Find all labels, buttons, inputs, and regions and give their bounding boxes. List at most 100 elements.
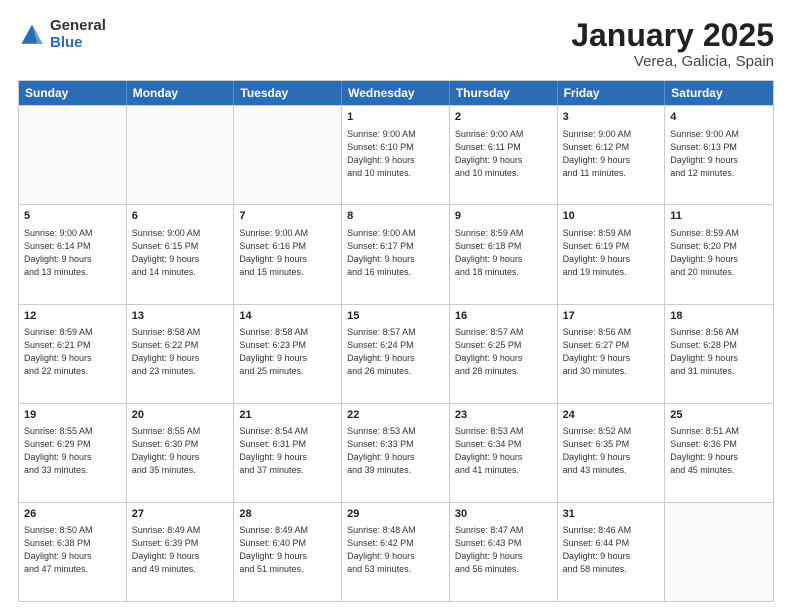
cal-cell-day-8: 8 Sunrise: 9:00 AMSunset: 6:17 PMDaylight… <box>342 205 450 303</box>
calendar-row-3: 19Sunrise: 8:55 AMSunset: 6:29 PMDayligh… <box>19 403 773 502</box>
day-number: 6 <box>132 209 229 224</box>
cell-text-line: Daylight: 9 hours <box>24 253 121 266</box>
logo-blue-text: Blue <box>50 35 106 52</box>
cell-text-line: Sunset: 6:30 PM <box>132 438 229 451</box>
cell-text-line: and 58 minutes. <box>563 563 660 576</box>
day-number: 29 <box>347 507 444 522</box>
day-number: 13 <box>132 309 229 324</box>
cell-text-line: Daylight: 9 hours <box>563 154 660 167</box>
cal-cell-day-15: 15Sunrise: 8:57 AMSunset: 6:24 PMDayligh… <box>342 305 450 403</box>
cal-cell-day-21: 21Sunrise: 8:54 AMSunset: 6:31 PMDayligh… <box>234 404 342 502</box>
cell-text-line: Daylight: 9 hours <box>455 451 552 464</box>
logo-general-text: General <box>50 18 106 35</box>
cal-cell-day-12: 12Sunrise: 8:59 AMSunset: 6:21 PMDayligh… <box>19 305 127 403</box>
calendar-header: SundayMondayTuesdayWednesdayThursdayFrid… <box>19 81 773 105</box>
cell-text-line: Sunrise: 8:58 AM <box>132 326 229 339</box>
cal-cell-day-22: 22Sunrise: 8:53 AMSunset: 6:33 PMDayligh… <box>342 404 450 502</box>
day-number: 3 <box>563 110 660 125</box>
cell-text-line: Sunset: 6:18 PM <box>455 240 552 253</box>
cell-text-line: Daylight: 9 hours <box>132 451 229 464</box>
cell-text-line: Sunrise: 8:49 AM <box>239 524 336 537</box>
cell-text-line: and 25 minutes. <box>239 365 336 378</box>
calendar-row-1: 5Sunrise: 9:00 AMSunset: 6:14 PMDaylight… <box>19 204 773 303</box>
cell-text-line: Sunset: 6:42 PM <box>347 537 444 550</box>
cell-text-line: Daylight: 9 hours <box>670 451 768 464</box>
cell-text-line: Sunrise: 8:56 AM <box>563 326 660 339</box>
page: General Blue January 2025 Verea, Galicia… <box>0 0 792 612</box>
cell-text-line: Sunrise: 9:00 AM <box>239 227 336 240</box>
day-number: 31 <box>563 507 660 522</box>
cell-text-line: and 20 minutes. <box>670 266 768 279</box>
cell-text-line: Sunset: 6:16 PM <box>239 240 336 253</box>
cal-cell-day-2: 2Sunrise: 9:00 AMSunset: 6:11 PMDaylight… <box>450 106 558 204</box>
cell-text-line: and 53 minutes. <box>347 563 444 576</box>
day-number: 1 <box>347 110 444 125</box>
cal-cell-day-3: 3Sunrise: 9:00 AMSunset: 6:12 PMDaylight… <box>558 106 666 204</box>
cell-text-line: Sunrise: 8:49 AM <box>132 524 229 537</box>
day-number: 22 <box>347 408 444 423</box>
cell-text-line: and 22 minutes. <box>24 365 121 378</box>
cell-text-line: Sunrise: 9:00 AM <box>347 227 444 240</box>
cell-text-line: Sunrise: 8:58 AM <box>239 326 336 339</box>
cal-cell-day-4: 4Sunrise: 9:00 AMSunset: 6:13 PMDaylight… <box>665 106 773 204</box>
header-day-friday: Friday <box>558 81 666 105</box>
day-number: 27 <box>132 507 229 522</box>
cell-text-line: Daylight: 9 hours <box>347 550 444 563</box>
cell-text-line: Daylight: 9 hours <box>24 451 121 464</box>
cell-text-line: and 31 minutes. <box>670 365 768 378</box>
cal-cell-day-27: 27Sunrise: 8:49 AMSunset: 6:39 PMDayligh… <box>127 503 235 601</box>
day-number: 8 <box>347 209 444 224</box>
cell-text-line: Sunrise: 8:59 AM <box>24 326 121 339</box>
cell-text-line: Sunrise: 8:48 AM <box>347 524 444 537</box>
header-day-saturday: Saturday <box>665 81 773 105</box>
day-number: 24 <box>563 408 660 423</box>
cell-text-line: Sunset: 6:35 PM <box>563 438 660 451</box>
cell-text-line: Daylight: 9 hours <box>455 253 552 266</box>
cell-text-line: Daylight: 9 hours <box>347 253 444 266</box>
day-number: 23 <box>455 408 552 423</box>
cell-text-line: Daylight: 9 hours <box>239 253 336 266</box>
cell-text-line: Daylight: 9 hours <box>132 352 229 365</box>
cell-text-line: Sunset: 6:38 PM <box>24 537 121 550</box>
cell-text-line: Sunrise: 8:54 AM <box>239 425 336 438</box>
cell-text-line: Sunset: 6:29 PM <box>24 438 121 451</box>
calendar-row-0: 1Sunrise: 9:00 AMSunset: 6:10 PMDaylight… <box>19 105 773 204</box>
title-month: January 2025 <box>571 18 774 53</box>
cal-cell-day-19: 19Sunrise: 8:55 AMSunset: 6:29 PMDayligh… <box>19 404 127 502</box>
cell-text-line: Daylight: 9 hours <box>24 550 121 563</box>
day-number: 16 <box>455 309 552 324</box>
cell-text-line: Daylight: 9 hours <box>670 154 768 167</box>
cell-text-line: and 37 minutes. <box>239 464 336 477</box>
cal-cell-day-23: 23Sunrise: 8:53 AMSunset: 6:34 PMDayligh… <box>450 404 558 502</box>
cell-text-line: and 49 minutes. <box>132 563 229 576</box>
cell-text-line: and 56 minutes. <box>455 563 552 576</box>
cell-text-line: Sunset: 6:43 PM <box>455 537 552 550</box>
cell-text-line: Sunrise: 9:00 AM <box>563 128 660 141</box>
cell-text-line: Sunset: 6:17 PM <box>347 240 444 253</box>
cell-text-line: Sunset: 6:24 PM <box>347 339 444 352</box>
cell-text-line: Sunset: 6:27 PM <box>563 339 660 352</box>
calendar: SundayMondayTuesdayWednesdayThursdayFrid… <box>18 80 774 602</box>
cell-text-line: Sunrise: 8:55 AM <box>132 425 229 438</box>
cell-text-line: Daylight: 9 hours <box>563 550 660 563</box>
cell-text-line: Sunset: 6:28 PM <box>670 339 768 352</box>
cell-text-line: and 13 minutes. <box>24 266 121 279</box>
cell-text-line: Sunset: 6:20 PM <box>670 240 768 253</box>
cell-text-line: Sunrise: 8:47 AM <box>455 524 552 537</box>
cell-text-line: Sunset: 6:40 PM <box>239 537 336 550</box>
cal-cell-day-13: 13Sunrise: 8:58 AMSunset: 6:22 PMDayligh… <box>127 305 235 403</box>
cal-cell-day-20: 20Sunrise: 8:55 AMSunset: 6:30 PMDayligh… <box>127 404 235 502</box>
header-day-sunday: Sunday <box>19 81 127 105</box>
cal-cell-day-30: 30Sunrise: 8:47 AMSunset: 6:43 PMDayligh… <box>450 503 558 601</box>
day-number: 28 <box>239 507 336 522</box>
cell-text-line: Daylight: 9 hours <box>347 451 444 464</box>
cal-cell-day-24: 24Sunrise: 8:52 AMSunset: 6:35 PMDayligh… <box>558 404 666 502</box>
cell-text-line: Daylight: 9 hours <box>455 154 552 167</box>
cell-text-line: Sunrise: 8:53 AM <box>347 425 444 438</box>
cal-cell-day-5: 5Sunrise: 9:00 AMSunset: 6:14 PMDaylight… <box>19 205 127 303</box>
cell-text-line: Daylight: 9 hours <box>239 550 336 563</box>
cell-text-line: and 45 minutes. <box>670 464 768 477</box>
cell-text-line: Sunrise: 8:53 AM <box>455 425 552 438</box>
cell-text-line: Sunset: 6:36 PM <box>670 438 768 451</box>
cell-text-line: Sunrise: 8:59 AM <box>670 227 768 240</box>
